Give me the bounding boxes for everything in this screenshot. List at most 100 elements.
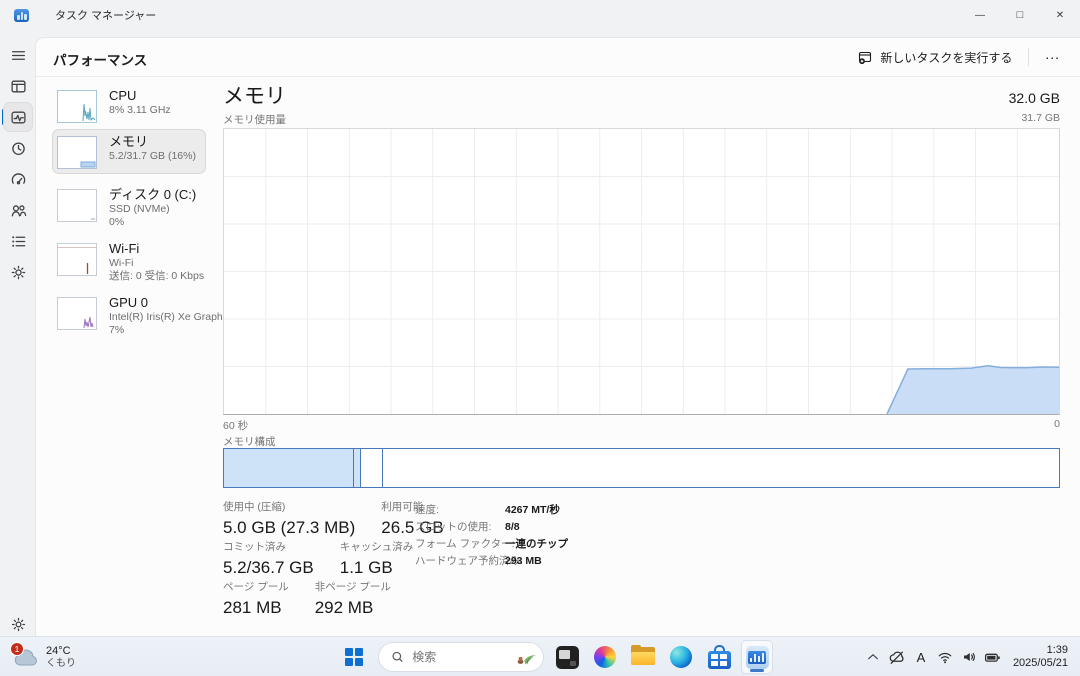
hw-value: 4267 MT/秒	[505, 502, 560, 519]
battery-icon	[984, 649, 1001, 666]
stat-label: 非ページ プール	[315, 581, 391, 594]
perf-item-text: GPU 0 Intel(R) Iris(R) Xe Graphi 7%	[109, 295, 201, 337]
stat-value: 5.2/36.7 GB	[223, 557, 314, 578]
onedrive-status-button[interactable]	[885, 643, 909, 671]
weather-cloud-wrap: 1	[12, 646, 40, 668]
memory-usage-area	[224, 129, 1059, 414]
memory-mini-chart	[57, 136, 97, 169]
stat-value: 281 MB	[223, 597, 289, 618]
clock[interactable]: 1:39 2025/05/21	[1005, 644, 1080, 670]
taskbar-app-file-explorer[interactable]	[628, 641, 658, 673]
users-icon	[10, 202, 27, 219]
page-title: パフォーマンス	[53, 49, 147, 69]
perf-item-sub2: 0%	[109, 216, 196, 229]
nav-rail	[0, 30, 36, 636]
perf-item-sub2: 送信: 0 受信: 0 Kbps	[109, 270, 201, 283]
maximize-button[interactable]: □	[1000, 0, 1040, 30]
hw-value: 8/8	[505, 519, 520, 536]
perf-item-wifi[interactable]: Wi-Fi Wi-Fi 送信: 0 受信: 0 Kbps	[53, 237, 205, 287]
start-button[interactable]	[338, 641, 370, 673]
stat-in-use: 使用中 (圧縮) 5.0 GB (27.3 MB)	[223, 501, 355, 538]
perf-item-disk[interactable]: ディスク 0 (C:) SSD (NVMe) 0%	[53, 183, 205, 233]
perf-item-name: メモリ	[109, 134, 196, 150]
perf-item-cpu[interactable]: CPU 8% 3.11 GHz	[53, 84, 205, 127]
wifi-sparkline	[58, 244, 96, 275]
perf-item-sub2: 7%	[109, 324, 201, 337]
nav-item-services[interactable]	[4, 258, 32, 286]
perf-item-name: GPU 0	[109, 295, 201, 311]
stats-row-2: コミット済み 5.2/36.7 GB キャッシュ済み 1.1 GB	[223, 541, 413, 578]
search-box[interactable]	[378, 642, 544, 672]
hw-row-slots: スロットの使用: 8/8	[415, 519, 568, 536]
detail-title: メモリ	[223, 80, 286, 110]
perf-item-memory[interactable]: メモリ 5.2/31.7 GB (16%)	[53, 130, 205, 173]
memory-composition-bar[interactable]	[223, 448, 1060, 488]
task-manager-icon	[746, 646, 769, 669]
detail-title-row: メモリ 32.0 GB	[223, 80, 1060, 110]
taskbar-app-copilot[interactable]	[590, 641, 620, 673]
notification-badge: 1	[10, 642, 24, 656]
perf-item-name: CPU	[109, 88, 171, 104]
perf-item-text: ディスク 0 (C:) SSD (NVMe) 0%	[109, 187, 196, 229]
memory-composition-segment-standby	[361, 449, 383, 487]
perf-item-sub: 5.2/31.7 GB (16%)	[109, 150, 196, 163]
active-app-indicator	[750, 669, 764, 672]
memory-composition-segment-modified	[354, 449, 361, 487]
taskbar-center	[338, 641, 772, 673]
hw-label: 速度:	[415, 502, 505, 519]
power-battery-button[interactable]	[981, 643, 1005, 671]
wifi-status-button[interactable]	[933, 643, 957, 671]
stat-value: 292 MB	[315, 597, 391, 618]
tray-overflow-button[interactable]	[861, 643, 885, 671]
time-axis-left: 60 秒	[223, 418, 248, 433]
taskbar-app-dark[interactable]	[552, 641, 582, 673]
close-button[interactable]: ✕	[1040, 0, 1080, 30]
nav-item-users[interactable]	[4, 196, 32, 224]
nav-item-details[interactable]	[4, 227, 32, 255]
stats-row-3: ページ プール 281 MB 非ページ プール 292 MB	[223, 581, 391, 618]
volume-button[interactable]	[957, 643, 981, 671]
weather-text: 24°C くもり	[46, 645, 76, 670]
settings-button[interactable]	[4, 610, 32, 638]
minimize-button[interactable]: —	[960, 0, 1000, 30]
taskbar: 1 24°C くもり	[0, 636, 1080, 676]
stat-non-paged-pool: 非ページ プール 292 MB	[315, 581, 391, 618]
perf-item-text: Wi-Fi Wi-Fi 送信: 0 受信: 0 Kbps	[109, 241, 201, 283]
perf-item-sub: Wi-Fi	[109, 257, 201, 270]
hw-row-hw-reserved: ハードウェア予約済み: 293 MB	[415, 553, 568, 570]
hamburger-icon	[10, 47, 27, 64]
perf-item-gpu[interactable]: GPU 0 Intel(R) Iris(R) Xe Graphi 7%	[53, 291, 205, 341]
menu-toggle-button[interactable]	[4, 41, 32, 69]
memory-composition-segment-in-use	[224, 449, 354, 487]
nav-item-processes[interactable]	[4, 72, 32, 100]
nav-item-performance[interactable]	[4, 103, 32, 131]
stat-committed: コミット済み 5.2/36.7 GB	[223, 541, 314, 578]
disk-mini-chart	[57, 189, 97, 222]
file-explorer-icon	[631, 647, 655, 667]
services-cog-icon	[10, 264, 27, 281]
weather-widget[interactable]: 1 24°C くもり	[6, 640, 82, 674]
nav-item-app-history[interactable]	[4, 134, 32, 162]
details-list-icon	[10, 233, 27, 250]
memory-sparkline	[58, 137, 96, 168]
taskbar-app-store[interactable]	[704, 641, 734, 673]
stat-cached: キャッシュ済み 1.1 GB	[340, 541, 414, 578]
stat-paged-pool: ページ プール 281 MB	[223, 581, 289, 618]
cpu-mini-chart	[57, 90, 97, 123]
ime-mode-button[interactable]: A	[909, 643, 933, 671]
nav-item-startup-apps[interactable]	[4, 165, 32, 193]
dark-app-icon	[556, 646, 579, 669]
stat-label: コミット済み	[223, 541, 314, 554]
history-icon	[10, 140, 27, 157]
usage-label-row: メモリ使用量 31.7 GB	[223, 112, 1060, 127]
windows-logo-icon	[345, 648, 363, 666]
search-input[interactable]	[412, 650, 504, 664]
weather-temp: 24°C	[46, 645, 76, 658]
wifi-mini-chart	[57, 243, 97, 276]
search-icon	[391, 650, 404, 664]
processes-icon	[10, 78, 27, 95]
taskbar-app-task-manager[interactable]	[742, 641, 772, 673]
screen: タスク マネージャー — □ ✕	[0, 0, 1080, 676]
taskbar-app-edge[interactable]	[666, 641, 696, 673]
content-card: パフォーマンス 新しいタスクを実行する ... CPU 8% 3.11 GHz	[36, 38, 1080, 636]
